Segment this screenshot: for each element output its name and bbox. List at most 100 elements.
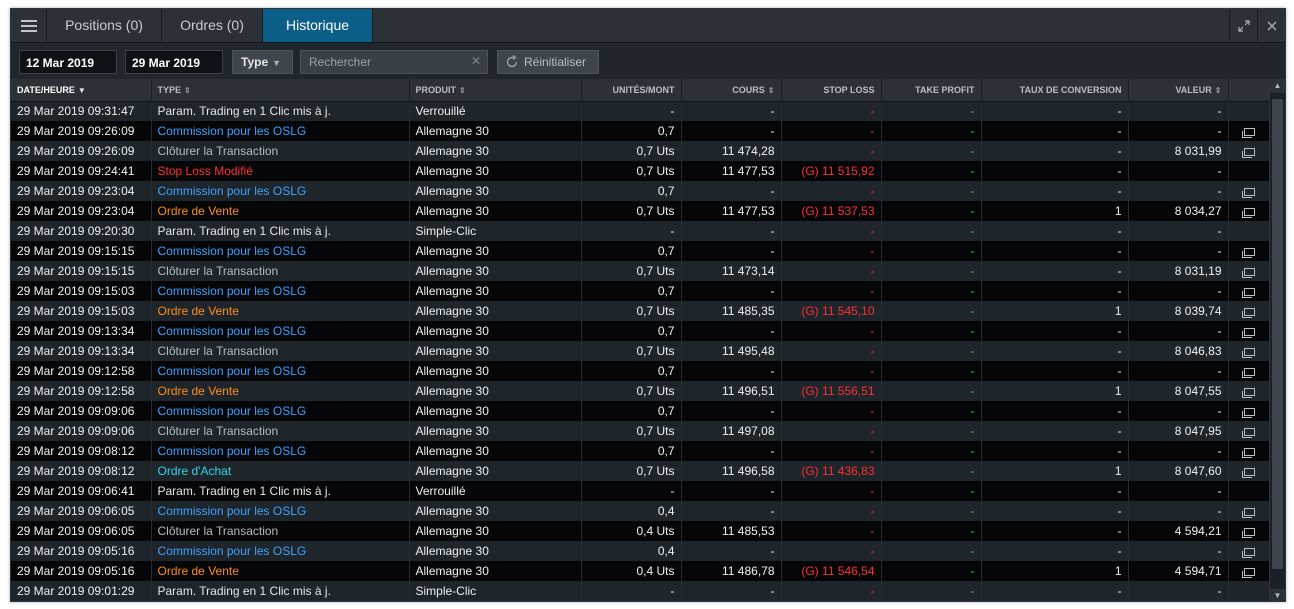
table-row[interactable]: 29 Mar 2019 09:15:15 Clôturer la Transact… xyxy=(11,261,1271,281)
cell-produit: Allemagne 30 xyxy=(409,301,582,321)
details-icon[interactable] xyxy=(1242,127,1255,138)
cell-date: 29 Mar 2019 09:26:09 xyxy=(11,121,152,141)
cell-valeur: - xyxy=(1128,581,1229,601)
scroll-up-icon[interactable]: ▲ xyxy=(1270,79,1285,93)
table-row[interactable]: 29 Mar 2019 09:31:47 Param. Trading en 1 … xyxy=(11,101,1271,121)
cell-date: 29 Mar 2019 09:06:41 xyxy=(11,481,152,501)
type-dropdown[interactable]: Type ▼ xyxy=(232,50,293,74)
col-header-type[interactable]: TYPE ⇕ xyxy=(151,79,410,102)
table-row[interactable]: 29 Mar 2019 09:01:29 Param. Trading en 1 … xyxy=(11,581,1271,601)
table-row[interactable]: 29 Mar 2019 09:12:58 Ordre de Vente Allema… xyxy=(11,381,1271,401)
cell-produit: Allemagne 30 xyxy=(409,341,582,361)
table-row[interactable]: 29 Mar 2019 09:13:34 Commission pour les … xyxy=(11,321,1271,341)
table-row[interactable]: 29 Mar 2019 09:15:03 Commission pour les … xyxy=(11,281,1271,301)
cell-valeur: 8 047,95 xyxy=(1128,421,1229,441)
tab-positions[interactable]: Positions (0) xyxy=(47,9,162,42)
table-row[interactable]: 29 Mar 2019 09:24:41 Stop Loss Modifié All… xyxy=(11,161,1271,181)
date-from-field[interactable]: 12 Mar 2019 xyxy=(19,50,117,74)
table-row[interactable]: 29 Mar 2019 09:06:05 Commission pour les … xyxy=(11,501,1271,521)
cell-valeur: 8 047,60 xyxy=(1128,461,1229,481)
table-row[interactable]: 29 Mar 2019 09:15:03 Ordre de Vente Allema… xyxy=(11,301,1271,321)
table-row[interactable]: 29 Mar 2019 09:05:16 Commission pour les … xyxy=(11,541,1271,561)
vertical-scrollbar[interactable]: ▲ ▼ xyxy=(1269,79,1285,601)
close-icon[interactable] xyxy=(1257,9,1285,42)
table-row[interactable]: 29 Mar 2019 09:15:15 Commission pour les … xyxy=(11,241,1271,261)
cell-stop-loss: - xyxy=(781,501,882,521)
date-to-field[interactable]: 29 Mar 2019 xyxy=(125,50,223,74)
cell-unites: - xyxy=(581,101,682,121)
details-icon[interactable] xyxy=(1242,507,1255,518)
details-icon[interactable] xyxy=(1242,267,1255,278)
col-header-taux[interactable]: TAUX DE CONVERSION xyxy=(981,79,1129,102)
col-header-date-label: DATE/HEURE xyxy=(17,84,75,95)
col-header-stop-loss[interactable]: STOP LOSS xyxy=(781,79,882,102)
cell-take-profit: - xyxy=(881,161,982,181)
col-header-date[interactable]: DATE/HEURE ▼ xyxy=(11,79,152,102)
expand-icon[interactable] xyxy=(1229,9,1257,42)
col-header-cours[interactable]: COURS ⇕ xyxy=(681,79,782,102)
col-header-produit[interactable]: PRODUIT ⇕ xyxy=(409,79,582,102)
details-icon[interactable] xyxy=(1242,527,1255,538)
clear-search-icon[interactable]: ✕ xyxy=(471,54,481,68)
cell-date: 29 Mar 2019 09:15:03 xyxy=(11,281,152,301)
cell-date: 29 Mar 2019 09:08:12 xyxy=(11,461,152,481)
table-row[interactable]: 29 Mar 2019 09:23:04 Commission pour les … xyxy=(11,181,1271,201)
cell-stop-loss: - xyxy=(781,541,882,561)
history-panel: Positions (0) Ordres (0) Historique 12 M… xyxy=(10,8,1286,602)
details-icon[interactable] xyxy=(1242,187,1255,198)
col-header-unites[interactable]: UNITÉS/MONT xyxy=(581,79,682,102)
table-row[interactable]: 29 Mar 2019 09:08:12 Commission pour les … xyxy=(11,441,1271,461)
cell-cours: 11 477,53 xyxy=(681,201,782,221)
cell-valeur: - xyxy=(1128,281,1229,301)
details-icon[interactable] xyxy=(1242,347,1255,358)
scroll-down-icon[interactable]: ▼ xyxy=(1270,589,1285,601)
details-icon[interactable] xyxy=(1242,447,1255,458)
details-icon[interactable] xyxy=(1242,247,1255,258)
details-icon[interactable] xyxy=(1242,547,1255,558)
col-header-take-profit[interactable]: TAKE PROFIT xyxy=(881,79,982,102)
cell-stop-loss: - xyxy=(781,441,882,461)
tab-historique[interactable]: Historique xyxy=(263,9,373,42)
details-icon[interactable] xyxy=(1242,407,1255,418)
table-row[interactable]: 29 Mar 2019 09:12:58 Commission pour les … xyxy=(11,361,1271,381)
details-icon[interactable] xyxy=(1242,467,1255,478)
table-row[interactable]: 29 Mar 2019 09:06:05 Clôturer la Transact… xyxy=(11,521,1271,541)
details-icon[interactable] xyxy=(1242,327,1255,338)
table-row[interactable]: 29 Mar 2019 09:09:06 Commission pour les … xyxy=(11,401,1271,421)
table-row[interactable]: 29 Mar 2019 09:26:09 Clôturer la Transact… xyxy=(11,141,1271,161)
cell-produit: Allemagne 30 xyxy=(409,501,582,521)
cell-stop-loss: - xyxy=(781,321,882,341)
table-row[interactable]: 29 Mar 2019 09:26:09 Commission pour les … xyxy=(11,121,1271,141)
details-icon[interactable] xyxy=(1242,567,1255,578)
search-input[interactable] xyxy=(301,51,487,73)
table-row[interactable]: 29 Mar 2019 09:09:06 Clôturer la Transact… xyxy=(11,421,1271,441)
table-row[interactable]: 29 Mar 2019 09:13:34 Clôturer la Transact… xyxy=(11,341,1271,361)
cell-detail xyxy=(1228,401,1271,421)
cell-unites: 0,7 Uts xyxy=(581,141,682,161)
col-header-valeur[interactable]: VALEUR ⇕ xyxy=(1128,79,1229,102)
details-icon[interactable] xyxy=(1242,307,1255,318)
table-row[interactable]: 29 Mar 2019 09:06:41 Param. Trading en 1 … xyxy=(11,481,1271,501)
cell-taux: - xyxy=(981,161,1129,181)
table-row[interactable]: 29 Mar 2019 09:20:30 Param. Trading en 1 … xyxy=(11,221,1271,241)
scrollbar-thumb[interactable] xyxy=(1272,99,1283,569)
table-row[interactable]: 29 Mar 2019 09:08:12 Ordre d'Achat Allemag… xyxy=(11,461,1271,481)
details-icon[interactable] xyxy=(1242,147,1255,158)
cell-cours: - xyxy=(681,281,782,301)
details-icon[interactable] xyxy=(1242,427,1255,438)
tab-ordres[interactable]: Ordres (0) xyxy=(162,9,263,42)
table-row[interactable]: 29 Mar 2019 09:23:04 Ordre de Vente Allema… xyxy=(11,201,1271,221)
details-icon[interactable] xyxy=(1242,207,1255,218)
history-table-body: 29 Mar 2019 09:31:47 Param. Trading en 1 … xyxy=(11,101,1271,601)
cell-type: Clôturer la Transaction xyxy=(151,261,410,281)
reset-button[interactable]: Réinitialiser xyxy=(497,50,599,74)
cell-type: Clôturer la Transaction xyxy=(151,141,410,161)
details-icon[interactable] xyxy=(1242,287,1255,298)
menu-icon[interactable] xyxy=(11,9,47,42)
details-icon[interactable] xyxy=(1242,367,1255,378)
cell-date: 29 Mar 2019 09:13:34 xyxy=(11,341,152,361)
cell-valeur: 8 034,27 xyxy=(1128,201,1229,221)
details-icon[interactable] xyxy=(1242,387,1255,398)
table-row[interactable]: 29 Mar 2019 09:05:16 Ordre de Vente Allema… xyxy=(11,561,1271,581)
cell-detail xyxy=(1228,361,1271,381)
